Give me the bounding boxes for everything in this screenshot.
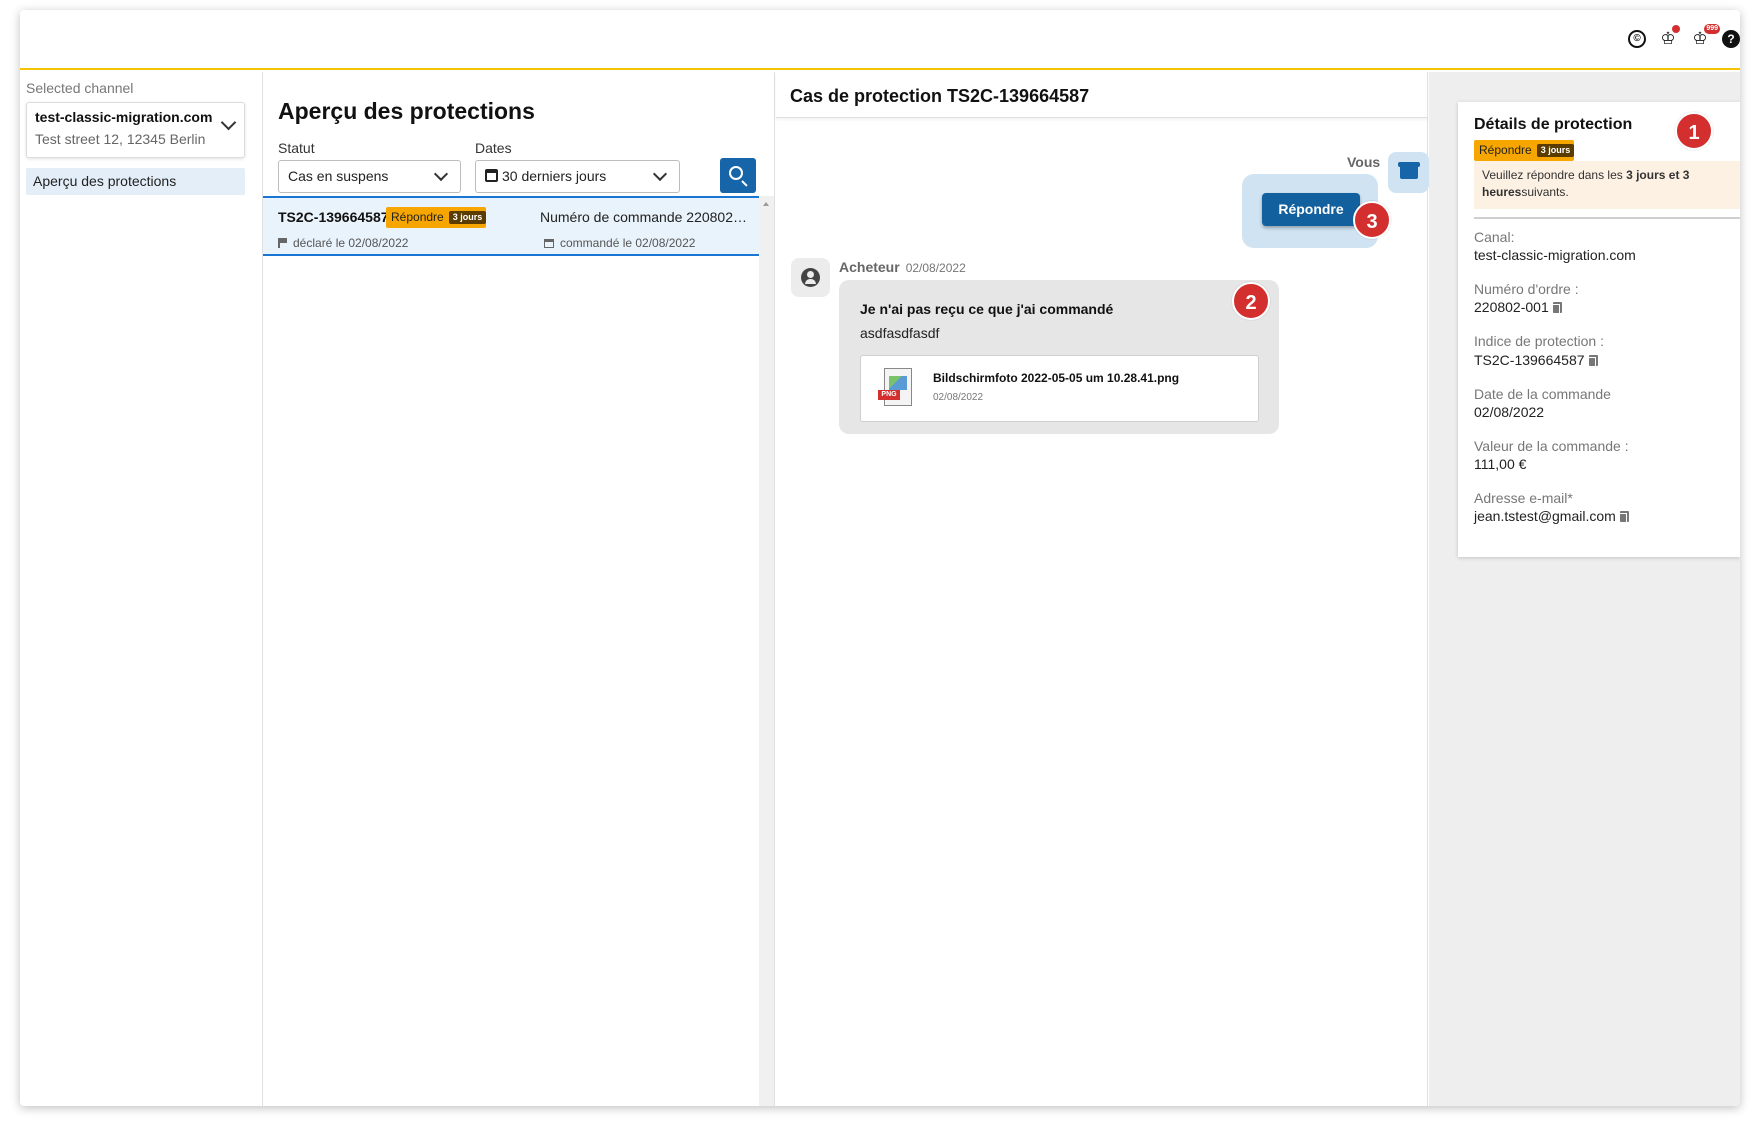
copyright-circle-icon[interactable]: © — [1628, 30, 1646, 48]
notice-text-post: suivants. — [1521, 185, 1569, 199]
annotation-marker-1: 1 — [1675, 112, 1713, 150]
dates-select[interactable]: 30 derniers jours — [475, 160, 680, 193]
reply-deadline-notice: Veuillez répondre dans les 3 jours et 3 h… — [1474, 161, 1740, 209]
app-window: © ♔ ♔ 999 ? Selected channel test-classic… — [20, 10, 1740, 1106]
case-ordered-text: commandé le 02/08/2022 — [560, 236, 696, 250]
channel-name: test-classic-migration.com — [35, 109, 213, 125]
scroll-up-arrow-icon[interactable] — [763, 202, 769, 206]
attachment-name: Bildschirmfoto 2022-05-05 um 10.28.41.pn… — [933, 371, 1180, 385]
case-list: TS2C-139664587 Répondre 3 jours Numéro de… — [263, 196, 760, 1106]
calendar-icon — [485, 169, 498, 182]
annotation-marker-3: 3 — [1353, 201, 1391, 239]
attachment[interactable]: PNG Bildschirmfoto 2022-05-05 um 10.28.4… — [860, 355, 1259, 422]
help-icon[interactable]: ? — [1722, 30, 1740, 48]
status-select[interactable]: Cas en suspens — [278, 160, 461, 193]
divider — [1474, 217, 1740, 219]
cup-notification-icon[interactable]: ♔ — [1658, 25, 1680, 49]
field-label-order-number: Numéro d'ordre : — [1474, 281, 1579, 297]
buyer-avatar — [791, 258, 830, 297]
case-id: TS2C-139664587 — [278, 209, 389, 225]
search-icon — [729, 166, 743, 180]
field-value-email: jean.tstest@gmail.com — [1474, 508, 1629, 524]
field-value-order-number: 220802-001 — [1474, 299, 1562, 315]
channel-address: Test street 12, 12345 Berlin — [35, 131, 206, 147]
case-list-item[interactable]: TS2C-139664587 Répondre 3 jours Numéro de… — [263, 196, 760, 256]
page-title: Aperçu des protections — [278, 98, 535, 124]
days-badge: 3 jours — [448, 211, 487, 224]
annotation-marker-2: 2 — [1232, 282, 1270, 320]
conversation-header: Cas de protection TS2C-139664587 — [776, 72, 1428, 118]
details-title: Détails de protection — [1474, 116, 1633, 133]
field-label-protection-id: Indice de protection : — [1474, 333, 1604, 349]
copy-icon[interactable] — [1617, 511, 1629, 524]
protections-list-panel: Aperçu des protections Statut Cas en sus… — [263, 72, 775, 1106]
case-declared: déclaré le 02/08/2022 — [278, 236, 408, 250]
reply-button[interactable]: Répondre — [1262, 193, 1360, 226]
sidebar-item-protections-overview[interactable]: Aperçu des protections — [26, 168, 245, 195]
file-image-shape — [889, 376, 907, 390]
status-badge: Répondre 3 jours — [386, 207, 487, 228]
attachment-date: 02/08/2022 — [933, 392, 984, 403]
calendar-icon — [544, 239, 554, 248]
days-badge: 3 jours — [1536, 144, 1575, 157]
flag-icon — [278, 238, 287, 248]
top-bar: © ♔ ♔ 999 ? — [20, 10, 1740, 70]
notification-dot — [1672, 25, 1680, 33]
status-badge: Répondre 3 jours — [1474, 140, 1575, 161]
top-icons: © ♔ ♔ 999 ? — [1628, 24, 1740, 52]
status-badge-label: Répondre — [1479, 143, 1532, 157]
notice-text-bold2: heures — [1482, 185, 1522, 199]
sidebar: Selected channel test-classic-migration.… — [20, 72, 263, 1106]
notice-text-pre: Veuillez répondre dans les — [1482, 168, 1627, 182]
field-value-channel: test-classic-migration.com — [1474, 247, 1636, 263]
field-value-order-value: 111,00 € — [1474, 456, 1527, 472]
chevron-down-icon — [652, 166, 668, 182]
status-filter-label: Statut — [278, 140, 315, 156]
chevron-down-icon — [433, 166, 449, 182]
case-ordered: commandé le 02/08/2022 — [544, 236, 695, 250]
message-body: asdfasdfasdf — [860, 325, 940, 341]
png-file-icon: PNG — [878, 368, 914, 410]
field-label-channel: Canal: — [1474, 229, 1515, 245]
field-label-order-value: Valeur de la commande : — [1474, 438, 1629, 454]
protection-id-text: TS2C-139664587 — [1474, 352, 1585, 368]
buyer-message: Je n'ai pas reçu ce que j'ai commandé as… — [839, 280, 1279, 434]
dates-filter-label: Dates — [475, 140, 512, 156]
dates-select-value: 30 derniers jours — [502, 168, 607, 184]
buyer-message-date: 02/08/2022 — [905, 261, 966, 275]
list-scrollbar[interactable] — [759, 196, 774, 1106]
field-value-order-date: 02/08/2022 — [1474, 404, 1545, 420]
you-label: Vous — [1347, 154, 1381, 170]
buyer-line: Acheteur 02/08/2022 — [839, 259, 966, 275]
notification-count-badge: 999 — [1704, 24, 1720, 34]
selected-channel-label: Selected channel — [26, 80, 134, 96]
status-badge-label: Répondre — [391, 210, 444, 224]
case-declared-text: déclaré le 02/08/2022 — [293, 236, 409, 250]
file-type-label: PNG — [878, 390, 900, 400]
user-icon — [801, 268, 820, 287]
message-title: Je n'ai pas reçu ce que j'ai commandé — [860, 301, 1114, 317]
order-number-text: 220802-001 — [1474, 299, 1549, 315]
store-icon — [1398, 162, 1420, 179]
status-select-value: Cas en suspens — [288, 168, 389, 184]
conversation-panel: Cas de protection TS2C-139664587 Vous Ré… — [776, 72, 1429, 1106]
email-text: jean.tstest@gmail.com — [1474, 508, 1616, 524]
copy-icon[interactable] — [1586, 355, 1598, 368]
conversation-title: Cas de protection TS2C-139664587 — [790, 86, 1090, 106]
field-label-email: Adresse e-mail* — [1474, 490, 1573, 506]
search-button[interactable] — [720, 158, 756, 193]
search-icon-handle — [741, 180, 748, 187]
notice-text-bold1: 3 jours et 3 — [1626, 168, 1690, 182]
field-value-protection-id: TS2C-139664587 — [1474, 352, 1598, 368]
cup-badge-icon[interactable]: ♔ 999 — [1690, 24, 1720, 49]
channel-selector[interactable]: test-classic-migration.com Test street 1… — [26, 102, 245, 158]
seller-avatar — [1388, 152, 1429, 193]
buyer-label: Acheteur — [839, 259, 900, 275]
case-order-number: Numéro de commande 220802-001 — [540, 209, 748, 225]
copy-icon[interactable] — [1550, 302, 1562, 315]
field-label-order-date: Date de la commande — [1474, 386, 1611, 402]
protection-details-panel: Détails de protection Répondre 3 jours Ve… — [1458, 102, 1740, 557]
